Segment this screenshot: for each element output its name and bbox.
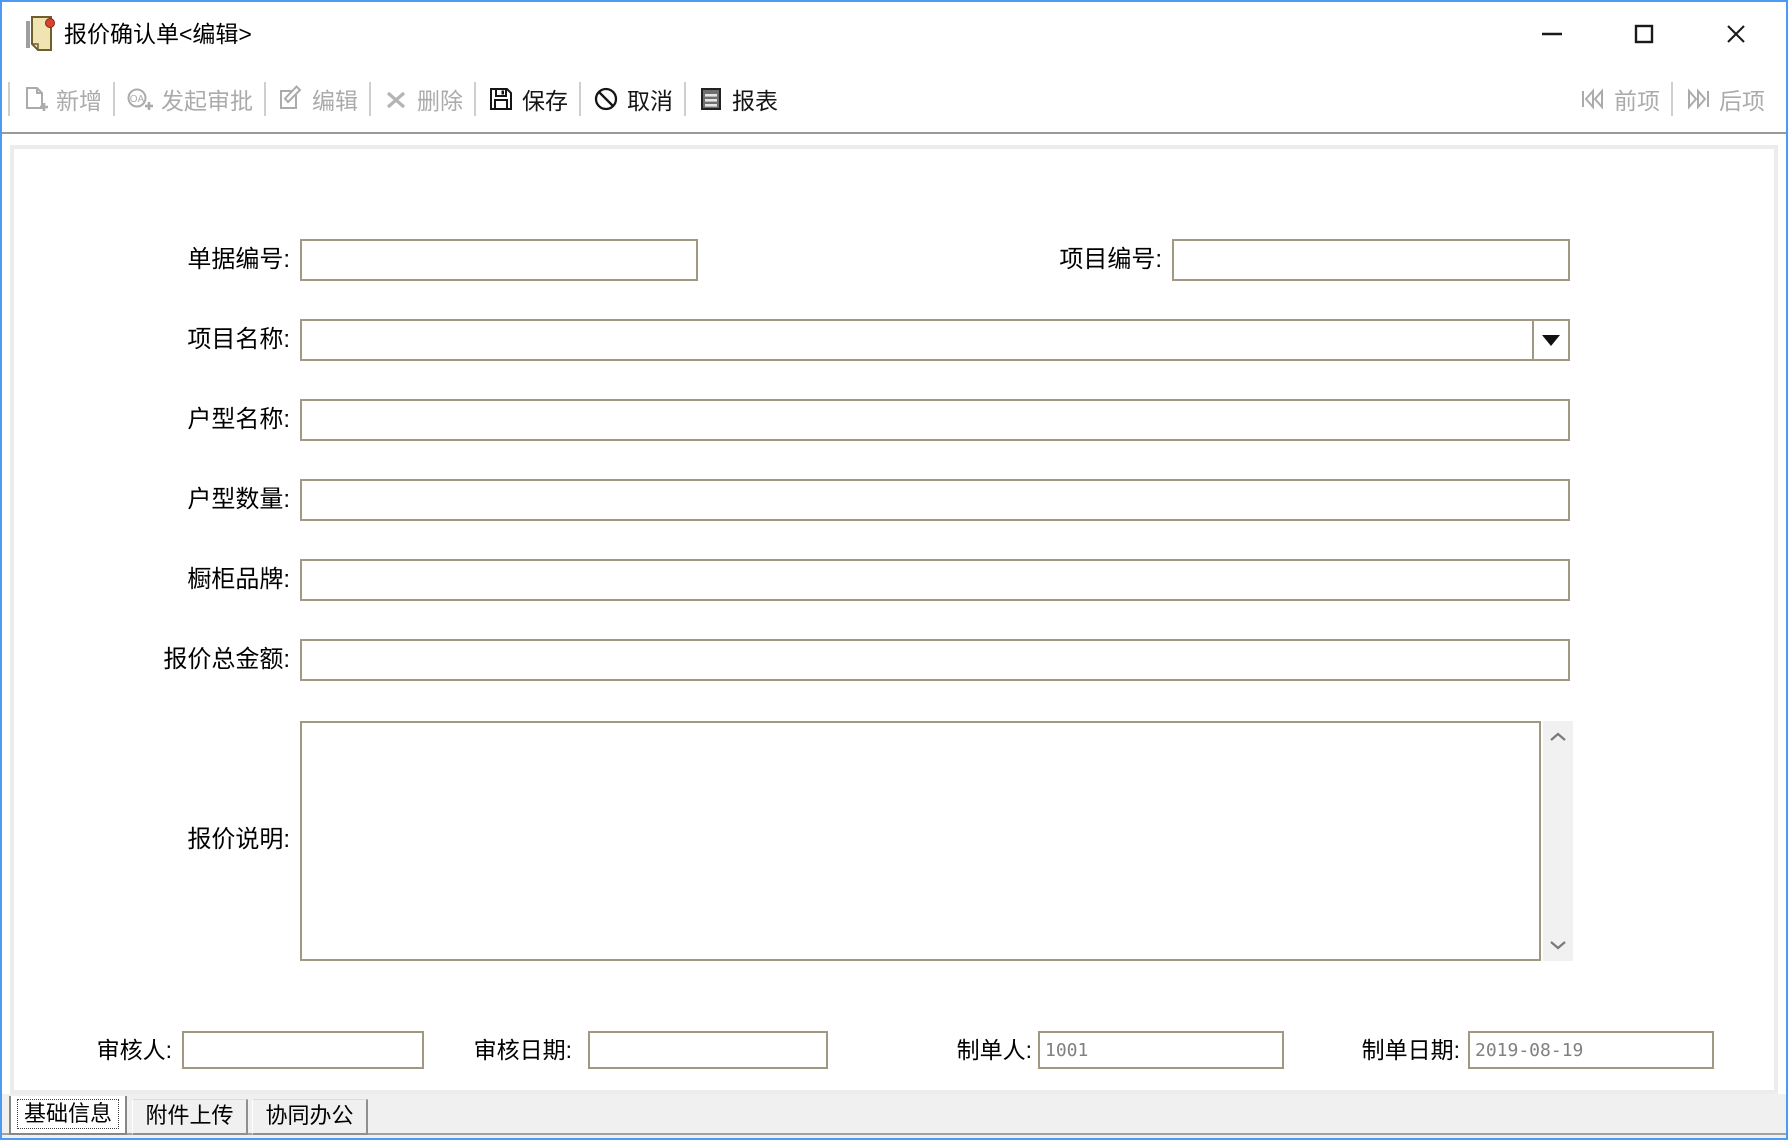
next-item-label: 后项 <box>1719 82 1765 116</box>
scroll-up-button[interactable] <box>1543 723 1573 751</box>
next-item-button[interactable]: 后项 <box>1673 82 1776 116</box>
delete-button[interactable]: 删除 <box>371 82 474 116</box>
project-name-dropdown-button[interactable] <box>1532 319 1570 361</box>
toolbar: 新增 OA 发起审批 编辑 <box>2 68 1786 130</box>
review-date-label: 审核日期: <box>412 1031 572 1069</box>
quote-total-input[interactable] <box>300 639 1570 681</box>
close-button[interactable] <box>1690 2 1782 66</box>
minimize-button[interactable] <box>1506 2 1598 66</box>
app-window: 报价确认单<编辑> 新增 <box>0 0 1788 1140</box>
tab-attachment-upload[interactable]: 附件上传 <box>132 1099 248 1135</box>
tab-strip: 基础信息 附件上传 协同办公 <box>2 1094 1786 1138</box>
maximize-button[interactable] <box>1598 2 1690 66</box>
title-bar: 报价确认单<编辑> <box>2 2 1786 66</box>
chevron-down-icon <box>1549 940 1567 950</box>
previous-record-icon <box>1579 85 1607 113</box>
delete-icon <box>382 85 410 113</box>
quote-note-label: 报价说明: <box>80 819 290 861</box>
house-type-input[interactable] <box>300 399 1570 441</box>
edit-button[interactable]: 编辑 <box>266 82 369 116</box>
toolbar-divider <box>2 132 1786 134</box>
svg-text:OA: OA <box>130 94 145 105</box>
creator-label: 制单人: <box>882 1031 1032 1069</box>
chevron-down-icon <box>1542 335 1560 346</box>
start-approval-icon: OA <box>126 85 154 113</box>
toolbar-nav: 前项 后项 <box>1568 82 1786 116</box>
reviewer-input[interactable] <box>182 1031 424 1069</box>
new-button[interactable]: 新增 <box>10 82 113 116</box>
save-button-label: 保存 <box>522 82 568 116</box>
project-no-input[interactable] <box>1172 239 1570 281</box>
report-icon <box>697 85 725 113</box>
tab-basic-info[interactable]: 基础信息 <box>9 1096 127 1135</box>
creator-input[interactable] <box>1038 1031 1284 1069</box>
house-type-label: 户型名称: <box>80 399 290 441</box>
minimize-icon <box>1541 23 1563 45</box>
new-record-icon <box>21 85 49 113</box>
reviewer-label: 审核人: <box>22 1031 172 1069</box>
report-button[interactable]: 报表 <box>686 82 789 116</box>
quote-total-label: 报价总金额: <box>80 639 290 681</box>
maximize-icon <box>1633 23 1655 45</box>
new-button-label: 新增 <box>56 82 102 116</box>
start-approval-button[interactable]: OA 发起审批 <box>115 82 264 116</box>
tab-attachment-upload-label: 附件上传 <box>145 1103 233 1128</box>
project-no-label: 项目编号: <box>952 239 1162 281</box>
cancel-button[interactable]: 取消 <box>581 82 684 116</box>
cancel-button-label: 取消 <box>627 82 673 116</box>
start-approval-label: 发起审批 <box>161 82 253 116</box>
create-date-input[interactable] <box>1468 1031 1714 1069</box>
project-name-label: 项目名称: <box>80 319 290 361</box>
tab-basic-info-label: 基础信息 <box>18 1100 118 1128</box>
create-date-label: 制单日期: <box>1300 1031 1460 1069</box>
save-icon <box>487 85 515 113</box>
house-qty-label: 户型数量: <box>80 479 290 521</box>
save-button[interactable]: 保存 <box>476 82 579 116</box>
doc-no-label: 单据编号: <box>80 239 290 281</box>
doc-no-input[interactable] <box>300 239 698 281</box>
notes-scrollbar[interactable] <box>1543 721 1573 961</box>
review-date-input[interactable] <box>588 1031 828 1069</box>
cancel-icon <box>592 85 620 113</box>
house-qty-input[interactable] <box>300 479 1570 521</box>
edit-button-label: 编辑 <box>312 82 358 116</box>
previous-item-label: 前项 <box>1614 82 1660 116</box>
report-button-label: 报表 <box>732 82 778 116</box>
window-controls <box>1506 2 1782 66</box>
project-name-combobox[interactable] <box>300 319 1570 361</box>
close-icon <box>1725 23 1747 45</box>
cabinet-brand-label: 橱柜品牌: <box>80 559 290 601</box>
quote-note-textarea[interactable] <box>300 721 1541 961</box>
scroll-down-button[interactable] <box>1543 931 1573 959</box>
document-icon <box>24 14 56 54</box>
cabinet-brand-input[interactable] <box>300 559 1570 601</box>
window-title: 报价确认单<编辑> <box>64 2 252 66</box>
tab-collaboration[interactable]: 协同办公 <box>252 1099 368 1135</box>
previous-item-button[interactable]: 前项 <box>1568 82 1671 116</box>
chevron-up-icon <box>1549 732 1567 742</box>
edit-icon <box>277 85 305 113</box>
delete-button-label: 删除 <box>417 82 463 116</box>
tab-collaboration-label: 协同办公 <box>265 1103 353 1128</box>
next-record-icon <box>1684 85 1712 113</box>
